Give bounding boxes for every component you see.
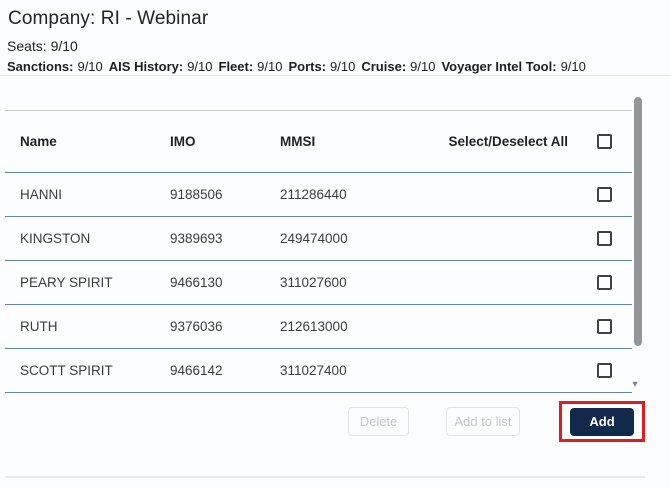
column-header-mmsi: MMSI bbox=[280, 134, 315, 149]
table-row: PEARY SPIRIT9466130311027600 bbox=[5, 261, 632, 305]
cell-mmsi: 311027600 bbox=[280, 275, 576, 290]
cell-mmsi: 311027400 bbox=[280, 363, 576, 378]
column-header-select-all: Select/Deselect All bbox=[448, 134, 568, 149]
stat-label: Ports: bbox=[288, 59, 326, 74]
add-button-highlight: Add bbox=[559, 401, 645, 442]
stat-label: Fleet: bbox=[219, 59, 254, 74]
stat-item: Sanctions: 9/10 bbox=[7, 59, 103, 75]
row-checkbox-cell bbox=[576, 275, 632, 290]
cell-mmsi: 212613000 bbox=[280, 319, 576, 334]
column-header-imo: IMO bbox=[170, 134, 280, 149]
stat-item: AIS History: 9/10 bbox=[109, 59, 213, 75]
seats-count: Seats: 9/10 bbox=[7, 37, 78, 55]
row-checkbox-cell bbox=[576, 363, 632, 378]
select-all-checkbox[interactable] bbox=[597, 134, 612, 149]
stat-label: AIS History: bbox=[109, 59, 183, 74]
delete-button[interactable]: Delete bbox=[348, 407, 409, 436]
mmsi-value: 311027400 bbox=[280, 363, 347, 378]
table-header-row: Name IMO MMSI Select/Deselect All bbox=[5, 111, 632, 173]
cell-name: RUTH bbox=[20, 319, 170, 334]
cell-mmsi: 249474000 bbox=[280, 231, 576, 246]
page-title: Company: RI - Webinar bbox=[8, 6, 208, 32]
row-checkbox-cell bbox=[576, 187, 632, 202]
cell-imo: 9188506 bbox=[170, 187, 280, 202]
stat-label: Sanctions: bbox=[7, 59, 73, 74]
stat-label: Cruise: bbox=[361, 59, 406, 74]
row-checkbox[interactable] bbox=[597, 231, 612, 246]
stat-value: 9/10 bbox=[330, 59, 355, 74]
stat-item: Cruise: 9/10 bbox=[361, 59, 435, 75]
quota-stats: Sanctions:9/10AIS History:9/10Fleet:9/10… bbox=[7, 59, 657, 75]
select-all-checkbox-cell bbox=[576, 134, 632, 149]
table-body: HANNI9188506211286440KINGSTON93896932494… bbox=[5, 173, 632, 393]
row-checkbox[interactable] bbox=[597, 363, 612, 378]
scroll-down-arrow-icon[interactable]: ▾ bbox=[628, 378, 642, 392]
row-checkbox[interactable] bbox=[597, 319, 612, 334]
column-header-mmsi-group: MMSI Select/Deselect All bbox=[280, 134, 576, 149]
cell-imo: 9466130 bbox=[170, 275, 280, 290]
mmsi-value: 311027600 bbox=[280, 275, 347, 290]
add-to-list-button[interactable]: Add to list bbox=[446, 407, 520, 436]
cell-mmsi: 211286440 bbox=[280, 187, 576, 202]
stat-value: 9/10 bbox=[77, 59, 102, 74]
row-checkbox-cell bbox=[576, 319, 632, 334]
table-row: SCOTT SPIRIT9466142311027400 bbox=[5, 349, 632, 393]
row-checkbox[interactable] bbox=[597, 275, 612, 290]
row-checkbox-cell bbox=[576, 231, 632, 246]
add-button[interactable]: Add bbox=[570, 408, 634, 436]
footer-divider bbox=[5, 476, 645, 478]
stat-item: Fleet:9/10 bbox=[219, 59, 283, 75]
header-divider bbox=[0, 75, 670, 76]
stat-label: Voyager Intel Tool: bbox=[441, 59, 556, 74]
mmsi-value: 212613000 bbox=[280, 319, 348, 334]
cell-name: HANNI bbox=[20, 187, 170, 202]
cell-imo: 9376036 bbox=[170, 319, 280, 334]
stat-item: Ports: 9/10 bbox=[288, 59, 355, 75]
stat-value: 9/10 bbox=[410, 59, 435, 74]
table-row: KINGSTON9389693249474000 bbox=[5, 217, 632, 261]
row-checkbox[interactable] bbox=[597, 187, 612, 202]
stat-value: 9/10 bbox=[257, 59, 282, 74]
table-row: HANNI9188506211286440 bbox=[5, 173, 632, 217]
cell-imo: 9466142 bbox=[170, 363, 280, 378]
cell-imo: 9389693 bbox=[170, 231, 280, 246]
vessels-table: Name IMO MMSI Select/Deselect All HANNI9… bbox=[5, 110, 632, 393]
stat-value: 9/10 bbox=[561, 59, 586, 74]
scrollbar-thumb[interactable] bbox=[634, 97, 642, 346]
stat-value: 9/10 bbox=[187, 59, 212, 74]
cell-name: PEARY SPIRIT bbox=[20, 275, 170, 290]
cell-name: KINGSTON bbox=[20, 231, 170, 246]
column-header-name: Name bbox=[20, 134, 170, 149]
mmsi-value: 211286440 bbox=[280, 187, 347, 202]
stat-item: Voyager Intel Tool: 9/10 bbox=[441, 59, 585, 75]
cell-name: SCOTT SPIRIT bbox=[20, 363, 170, 378]
mmsi-value: 249474000 bbox=[280, 231, 348, 246]
table-row: RUTH9376036212613000 bbox=[5, 305, 632, 349]
